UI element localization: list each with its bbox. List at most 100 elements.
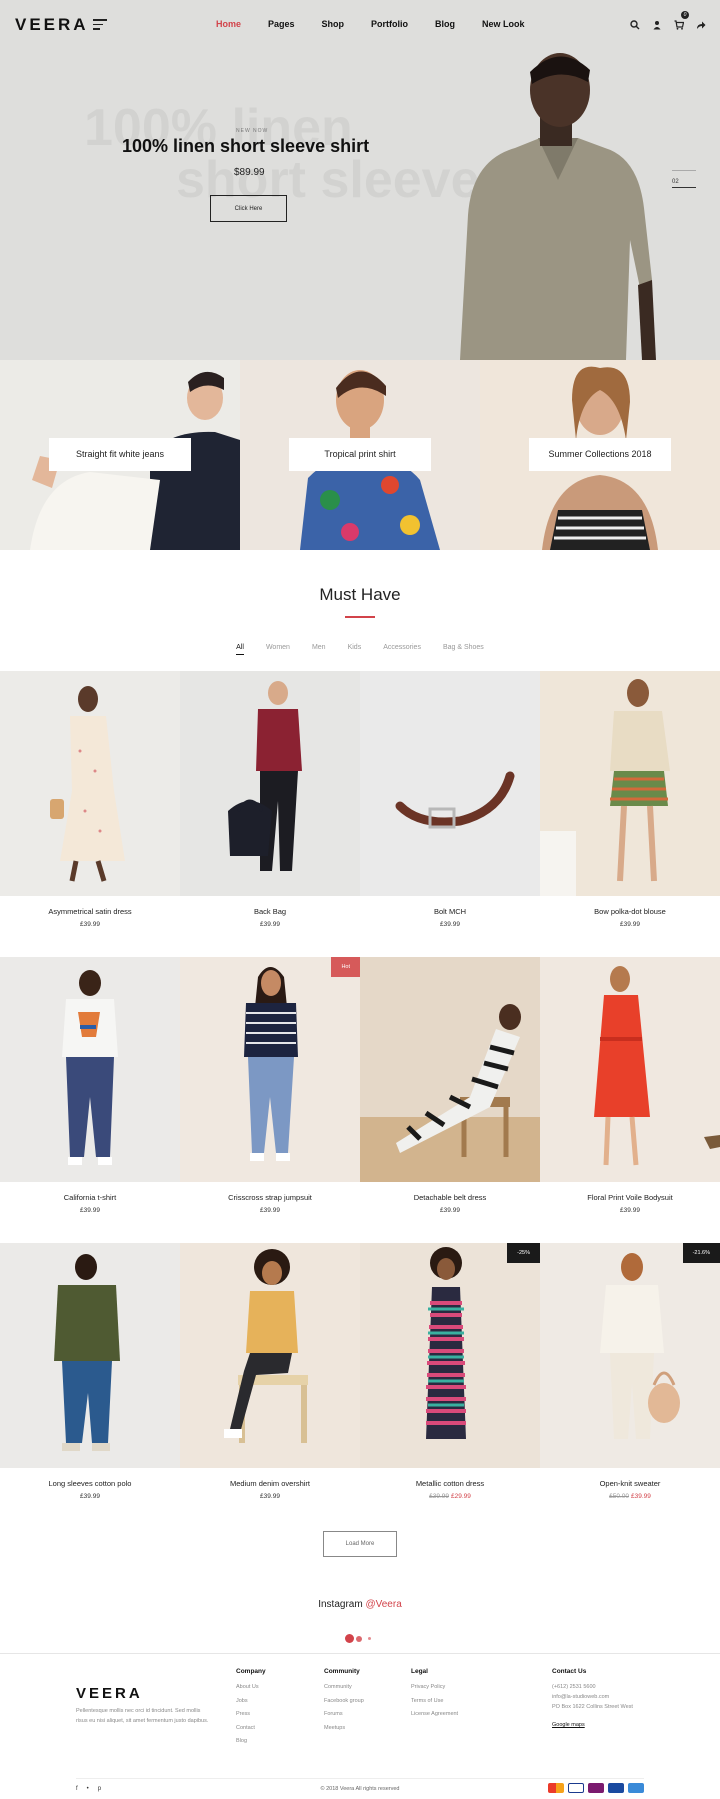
footer-heading: Community bbox=[324, 1668, 360, 1675]
product-card[interactable]: -21.6% Open-knit sweater £50.00 £39.99 bbox=[540, 1243, 720, 1529]
contact-email[interactable]: info@la-studioweb.com bbox=[552, 1694, 633, 1700]
product-image[interactable] bbox=[0, 671, 180, 896]
footer-link[interactable]: About Us bbox=[236, 1684, 266, 1690]
price-current: £39.99 bbox=[440, 921, 460, 928]
filter-accessories[interactable]: Accessories bbox=[383, 644, 421, 651]
product-image[interactable] bbox=[360, 957, 540, 1182]
hero-price: $89.99 bbox=[234, 167, 265, 178]
product-price: £39.99 bbox=[180, 921, 360, 928]
product-card[interactable]: Long sleeves cotton polo £39.99 bbox=[0, 1243, 180, 1529]
product-card[interactable]: Asymmetrical satin dress £39.99 bbox=[0, 671, 180, 957]
filter-kids[interactable]: Kids bbox=[348, 644, 362, 651]
main-nav: Home Pages Shop Portfolio Blog New Look bbox=[216, 19, 552, 29]
product-name[interactable]: Bow polka-dot blouse bbox=[540, 907, 720, 916]
product-card[interactable]: Detachable belt dress £39.99 bbox=[360, 957, 540, 1243]
product-name[interactable]: Long sleeves cotton polo bbox=[0, 1479, 180, 1488]
footer-link[interactable]: Press bbox=[236, 1711, 266, 1717]
logo[interactable]: VEERA bbox=[15, 15, 89, 35]
user-icon[interactable] bbox=[652, 17, 662, 30]
footer-link[interactable]: Meetups bbox=[324, 1725, 364, 1731]
price-current: £39.99 bbox=[80, 1493, 100, 1500]
product-name[interactable]: Medium denim overshirt bbox=[180, 1479, 360, 1488]
product-tag: Hot bbox=[331, 957, 360, 977]
product-image[interactable]: Hot bbox=[180, 957, 360, 1182]
cart-icon[interactable]: 0 bbox=[674, 11, 689, 30]
category-banner[interactable]: Tropical print shirt bbox=[240, 360, 480, 550]
product-card[interactable]: Bow polka-dot blouse £39.99 bbox=[540, 671, 720, 957]
product-name[interactable]: Detachable belt dress bbox=[360, 1193, 540, 1202]
product-card[interactable]: Hot Crisscross strap jumpsuit £39.99 bbox=[180, 957, 360, 1243]
filter-bag-shoes[interactable]: Bag & Shoes bbox=[443, 644, 484, 651]
product-card[interactable]: Bolt MCH £39.99 bbox=[360, 671, 540, 957]
product-price: £39.99 bbox=[540, 1207, 720, 1214]
instagram-handle[interactable]: @Veera bbox=[365, 1599, 401, 1610]
product-image[interactable] bbox=[540, 671, 720, 896]
footer-link[interactable]: Blog bbox=[236, 1738, 266, 1744]
nav-pages[interactable]: Pages bbox=[268, 19, 295, 29]
product-card[interactable]: California t-shirt £39.99 bbox=[0, 957, 180, 1243]
mastercard-icon bbox=[548, 1783, 564, 1793]
product-tag: -25% bbox=[507, 1243, 540, 1263]
nav-portfolio[interactable]: Portfolio bbox=[371, 19, 408, 29]
product-image[interactable] bbox=[360, 671, 540, 896]
product-card[interactable]: Medium denim overshirt £39.99 bbox=[180, 1243, 360, 1529]
filter-men[interactable]: Men bbox=[312, 644, 326, 651]
menu-icon[interactable] bbox=[93, 19, 107, 30]
footer-link[interactable]: Terms of Use bbox=[411, 1698, 458, 1704]
product-image[interactable] bbox=[0, 1243, 180, 1468]
product-row: Long sleeves cotton polo £39.99 Medium d… bbox=[0, 1243, 720, 1529]
product-image[interactable] bbox=[0, 957, 180, 1182]
product-name[interactable]: Crisscross strap jumpsuit bbox=[180, 1193, 360, 1202]
product-card[interactable]: Back Bag £39.99 bbox=[180, 671, 360, 957]
slide-indicator[interactable]: 02 bbox=[672, 170, 696, 188]
product-card[interactable]: Floral Print Voile Bodysuit £39.99 bbox=[540, 957, 720, 1243]
product-name[interactable]: Asymmetrical satin dress bbox=[0, 907, 180, 916]
footer-link[interactable]: Community bbox=[324, 1684, 364, 1690]
product-image[interactable] bbox=[180, 1243, 360, 1468]
product-image[interactable]: -21.6% bbox=[540, 1243, 720, 1468]
product-price: £39.99 bbox=[360, 921, 540, 928]
price-current: £39.99 bbox=[260, 1493, 280, 1500]
product-name[interactable]: Back Bag bbox=[180, 907, 360, 916]
product-tag: -21.6% bbox=[682, 1243, 720, 1263]
nav-new-look[interactable]: New Look bbox=[482, 19, 525, 29]
product-name[interactable]: California t-shirt bbox=[0, 1193, 180, 1202]
filter-all[interactable]: All bbox=[236, 644, 244, 655]
footer-link[interactable]: License Agreement bbox=[411, 1711, 458, 1717]
footer-link[interactable]: Forums bbox=[324, 1711, 364, 1717]
footer-link[interactable]: Jobs bbox=[236, 1698, 266, 1704]
product-price: £39.99 bbox=[360, 1207, 540, 1214]
footer-logo[interactable]: VEERA bbox=[76, 1685, 143, 1702]
search-icon[interactable] bbox=[630, 17, 640, 30]
nav-home[interactable]: Home bbox=[216, 19, 241, 29]
filter-women[interactable]: Women bbox=[266, 644, 290, 651]
share-icon[interactable] bbox=[696, 17, 706, 29]
google-maps-link[interactable]: Google maps bbox=[552, 1722, 633, 1728]
footer-link[interactable]: Privacy Policy bbox=[411, 1684, 458, 1690]
category-label[interactable]: Straight fit white jeans bbox=[49, 438, 191, 471]
load-more-button[interactable]: Load More bbox=[323, 1531, 397, 1557]
product-image[interactable]: -25% bbox=[360, 1243, 540, 1468]
product-name[interactable]: Metallic cotton dress bbox=[360, 1479, 540, 1488]
footer-link[interactable]: Facebook group bbox=[324, 1698, 364, 1704]
product-name[interactable]: Floral Print Voile Bodysuit bbox=[540, 1193, 720, 1202]
category-banner[interactable]: Summer Collections 2018 bbox=[480, 360, 720, 550]
category-banners: Straight fit white jeans Tropical print … bbox=[0, 360, 720, 550]
nav-blog[interactable]: Blog bbox=[435, 19, 455, 29]
footer-link[interactable]: Contact bbox=[236, 1725, 266, 1731]
price-current: £39.99 bbox=[440, 1207, 460, 1214]
hero-eyebrow: NEW NOW bbox=[236, 128, 269, 134]
nav-shop[interactable]: Shop bbox=[322, 19, 345, 29]
product-card[interactable]: -25% Metallic cotton dress £39.99 £29.99 bbox=[360, 1243, 540, 1529]
footer-heading: Contact Us bbox=[552, 1668, 587, 1675]
category-label[interactable]: Summer Collections 2018 bbox=[529, 438, 671, 471]
category-banner[interactable]: Straight fit white jeans bbox=[0, 360, 240, 550]
price-current: £39.99 bbox=[620, 921, 640, 928]
product-image[interactable] bbox=[180, 671, 360, 896]
hero-cta-button[interactable]: Click Here bbox=[210, 195, 287, 222]
product-name[interactable]: Bolt MCH bbox=[360, 907, 540, 916]
category-label[interactable]: Tropical print shirt bbox=[289, 438, 431, 471]
product-image[interactable] bbox=[540, 957, 720, 1182]
footer-bottom-divider bbox=[76, 1778, 644, 1779]
product-name[interactable]: Open-knit sweater bbox=[540, 1479, 720, 1488]
